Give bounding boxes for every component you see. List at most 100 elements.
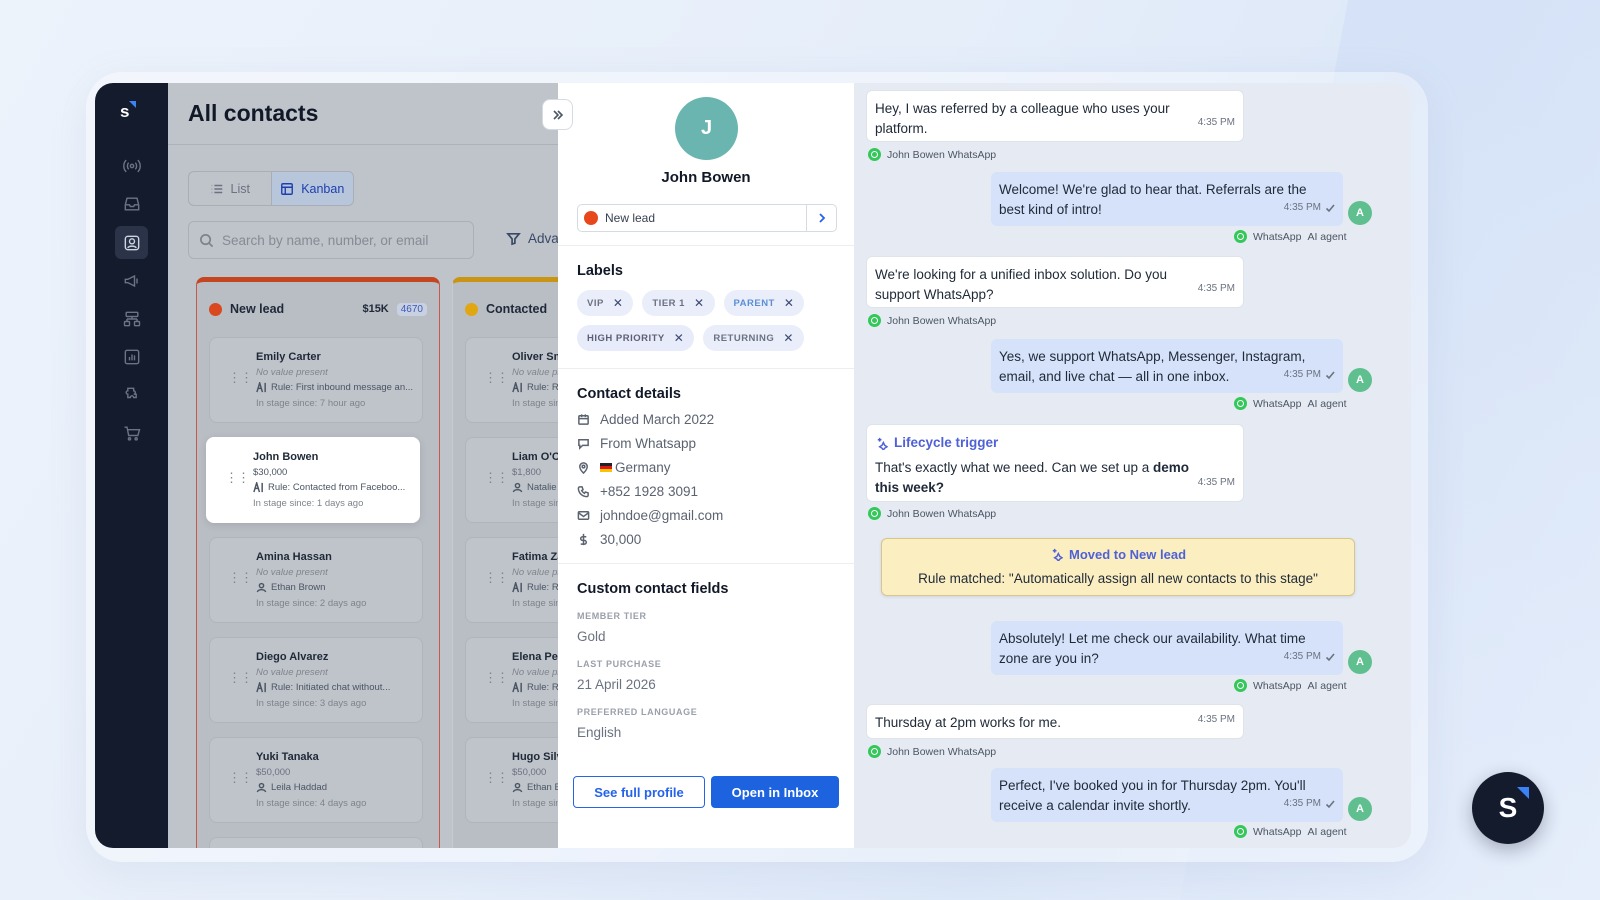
- expand-panel-button[interactable]: [542, 99, 573, 130]
- card-name: Diego Alvarez: [256, 651, 329, 663]
- card-stage-time: In stage since: 3 days ago: [256, 698, 367, 709]
- drag-handle-icon[interactable]: ⋮⋮: [228, 771, 253, 784]
- view-toggle: List Kanban: [188, 171, 354, 206]
- card-stage-time: In stage since: 7 hour ago: [256, 398, 366, 409]
- remove-label-icon[interactable]: ✕: [694, 296, 705, 310]
- message-channel: WhatsApp AI agent: [1234, 825, 1347, 838]
- label-text: HIGH PRIORITY: [587, 332, 665, 344]
- source-row: From Whatsapp: [577, 435, 723, 451]
- card-meta: Ethan Br: [512, 782, 564, 793]
- inbox-icon[interactable]: [115, 187, 148, 220]
- message-time: 4:35 PM: [1198, 113, 1235, 133]
- card-value: $50,000: [256, 767, 291, 778]
- message-channel: John Bowen WhatsApp: [868, 507, 996, 520]
- contact-card[interactable]: ⋮⋮ Yuki Tanaka $50,000 Leila Haddad In s…: [209, 737, 423, 823]
- user-icon: [512, 782, 523, 793]
- incoming-message: Hey, I was referred by a colleague who u…: [866, 90, 1244, 142]
- whatsapp-icon: [1234, 679, 1247, 692]
- whatsapp-icon: [868, 148, 881, 161]
- kanban-view-label: Kanban: [301, 181, 345, 196]
- remove-label-icon[interactable]: ✕: [783, 331, 794, 345]
- column-title: Contacted: [486, 302, 548, 316]
- stage-moved-notice: Moved to New lead Rule matched: "Automat…: [881, 538, 1355, 596]
- contact-card[interactable]: ⋮⋮ Amina Hassan No value present Ethan B…: [209, 537, 423, 623]
- see-full-profile-button[interactable]: See full profile: [573, 776, 705, 808]
- contact-card[interactable]: ⋮⋮ Emily Carter No value present Rule: F…: [209, 337, 423, 423]
- message-time: 4:35 PM: [1284, 365, 1335, 385]
- label-tag[interactable]: HIGH PRIORITY ✕: [577, 325, 695, 351]
- divider: [558, 368, 854, 369]
- channel-text: WhatsApp: [1253, 679, 1302, 692]
- drag-handle-icon[interactable]: ⋮⋮: [225, 471, 250, 484]
- card-meta-text: Ethan Brown: [271, 582, 326, 593]
- contact-card-selected[interactable]: ⋮⋮ John Bowen $30,000 Rule: Contacted fr…: [206, 437, 420, 523]
- drag-handle-icon[interactable]: ⋮⋮: [228, 671, 253, 684]
- reports-icon[interactable]: [115, 340, 148, 373]
- sparkle-icon: [1052, 548, 1063, 561]
- location-pin-icon: [579, 461, 588, 474]
- drag-handle-icon[interactable]: ⋮⋮: [484, 371, 509, 384]
- header-divider: [168, 144, 604, 145]
- label-tag[interactable]: VIP ✕: [577, 290, 634, 316]
- mail-icon: [577, 510, 590, 520]
- contact-card[interactable]: [209, 837, 423, 848]
- open-in-inbox-button[interactable]: Open in Inbox: [711, 776, 839, 808]
- sender-text: AI agent: [1307, 230, 1347, 243]
- label-tag[interactable]: RETURNING ✕: [703, 325, 804, 351]
- next-stage-button[interactable]: [806, 205, 836, 231]
- sender-text: AI agent: [1307, 679, 1347, 692]
- timestamp: 4:35 PM: [1197, 117, 1235, 128]
- card-stage-time: In stage since: 1 days ago: [253, 498, 364, 509]
- drag-handle-icon[interactable]: ⋮⋮: [484, 671, 509, 684]
- remove-label-icon[interactable]: ✕: [613, 296, 624, 310]
- filter-icon: [506, 232, 521, 246]
- integrations-icon[interactable]: [115, 378, 148, 411]
- contact-details-list: Added March 2022 From Whatsapp Germany +…: [577, 411, 723, 547]
- megaphone-icon[interactable]: [115, 264, 148, 297]
- custom-fields-heading: Custom contact fields: [577, 581, 729, 597]
- search-input[interactable]: Search by name, number, or email: [188, 221, 474, 259]
- ai-icon: [256, 682, 266, 693]
- message-text: We're looking for a unified inbox soluti…: [875, 267, 1167, 302]
- card-value: No value present: [256, 667, 328, 678]
- drag-handle-icon[interactable]: ⋮⋮: [484, 571, 509, 584]
- incoming-message-trigger: Lifecycle trigger That's exactly what we…: [866, 424, 1244, 502]
- kanban-column-new-lead: New lead $15K 4670 ⋮⋮ Emily Carter No va…: [196, 277, 440, 848]
- column-header: New lead $15K 4670: [209, 302, 427, 316]
- email-text[interactable]: johndoe@gmail.com: [600, 508, 723, 523]
- outgoing-message: Absolutely! Let me check our availabilit…: [991, 621, 1343, 675]
- drag-handle-icon[interactable]: ⋮⋮: [228, 371, 253, 384]
- added-row: Added March 2022: [577, 411, 723, 427]
- kanban-view-button[interactable]: Kanban: [270, 172, 353, 205]
- source-text: From Whatsapp: [600, 435, 697, 451]
- cart-icon[interactable]: [115, 416, 148, 449]
- agent-avatar: A: [1348, 201, 1372, 225]
- card-value: $30,000: [253, 467, 288, 478]
- phone-text[interactable]: +852 1928 3091: [600, 484, 698, 499]
- chevron-right-icon: [818, 213, 825, 223]
- brand-launcher-button[interactable]: S: [1472, 772, 1544, 844]
- value-row: 30,000: [577, 531, 723, 547]
- incoming-message: Thursday at 2pm works for me. 4:35 PM: [866, 704, 1244, 739]
- card-meta: Natalie: [512, 482, 557, 493]
- contact-card[interactable]: ⋮⋮ Diego Alvarez No value present Rule: …: [209, 637, 423, 723]
- remove-label-icon[interactable]: ✕: [784, 296, 795, 310]
- remove-label-icon[interactable]: ✕: [674, 331, 685, 345]
- label-tag[interactable]: TIER 1 ✕: [642, 290, 715, 316]
- drag-handle-icon[interactable]: ⋮⋮: [228, 571, 253, 584]
- card-value: $1,800: [512, 467, 542, 478]
- label-tag[interactable]: PARENT ✕: [723, 290, 805, 316]
- channel-text: John Bowen WhatsApp: [887, 507, 997, 520]
- broadcast-icon[interactable]: [115, 149, 148, 182]
- user-icon: [256, 782, 267, 793]
- stage-selector[interactable]: New lead: [577, 204, 837, 232]
- divider: [558, 245, 854, 246]
- contacts-icon[interactable]: [115, 226, 148, 259]
- avatar: J: [675, 97, 738, 160]
- drag-handle-icon[interactable]: ⋮⋮: [484, 771, 509, 784]
- list-view-button[interactable]: List: [189, 172, 271, 205]
- drag-handle-icon[interactable]: ⋮⋮: [484, 471, 509, 484]
- nav-rail: s: [95, 83, 168, 848]
- app-logo: s: [120, 101, 138, 121]
- workflow-icon[interactable]: [115, 302, 148, 335]
